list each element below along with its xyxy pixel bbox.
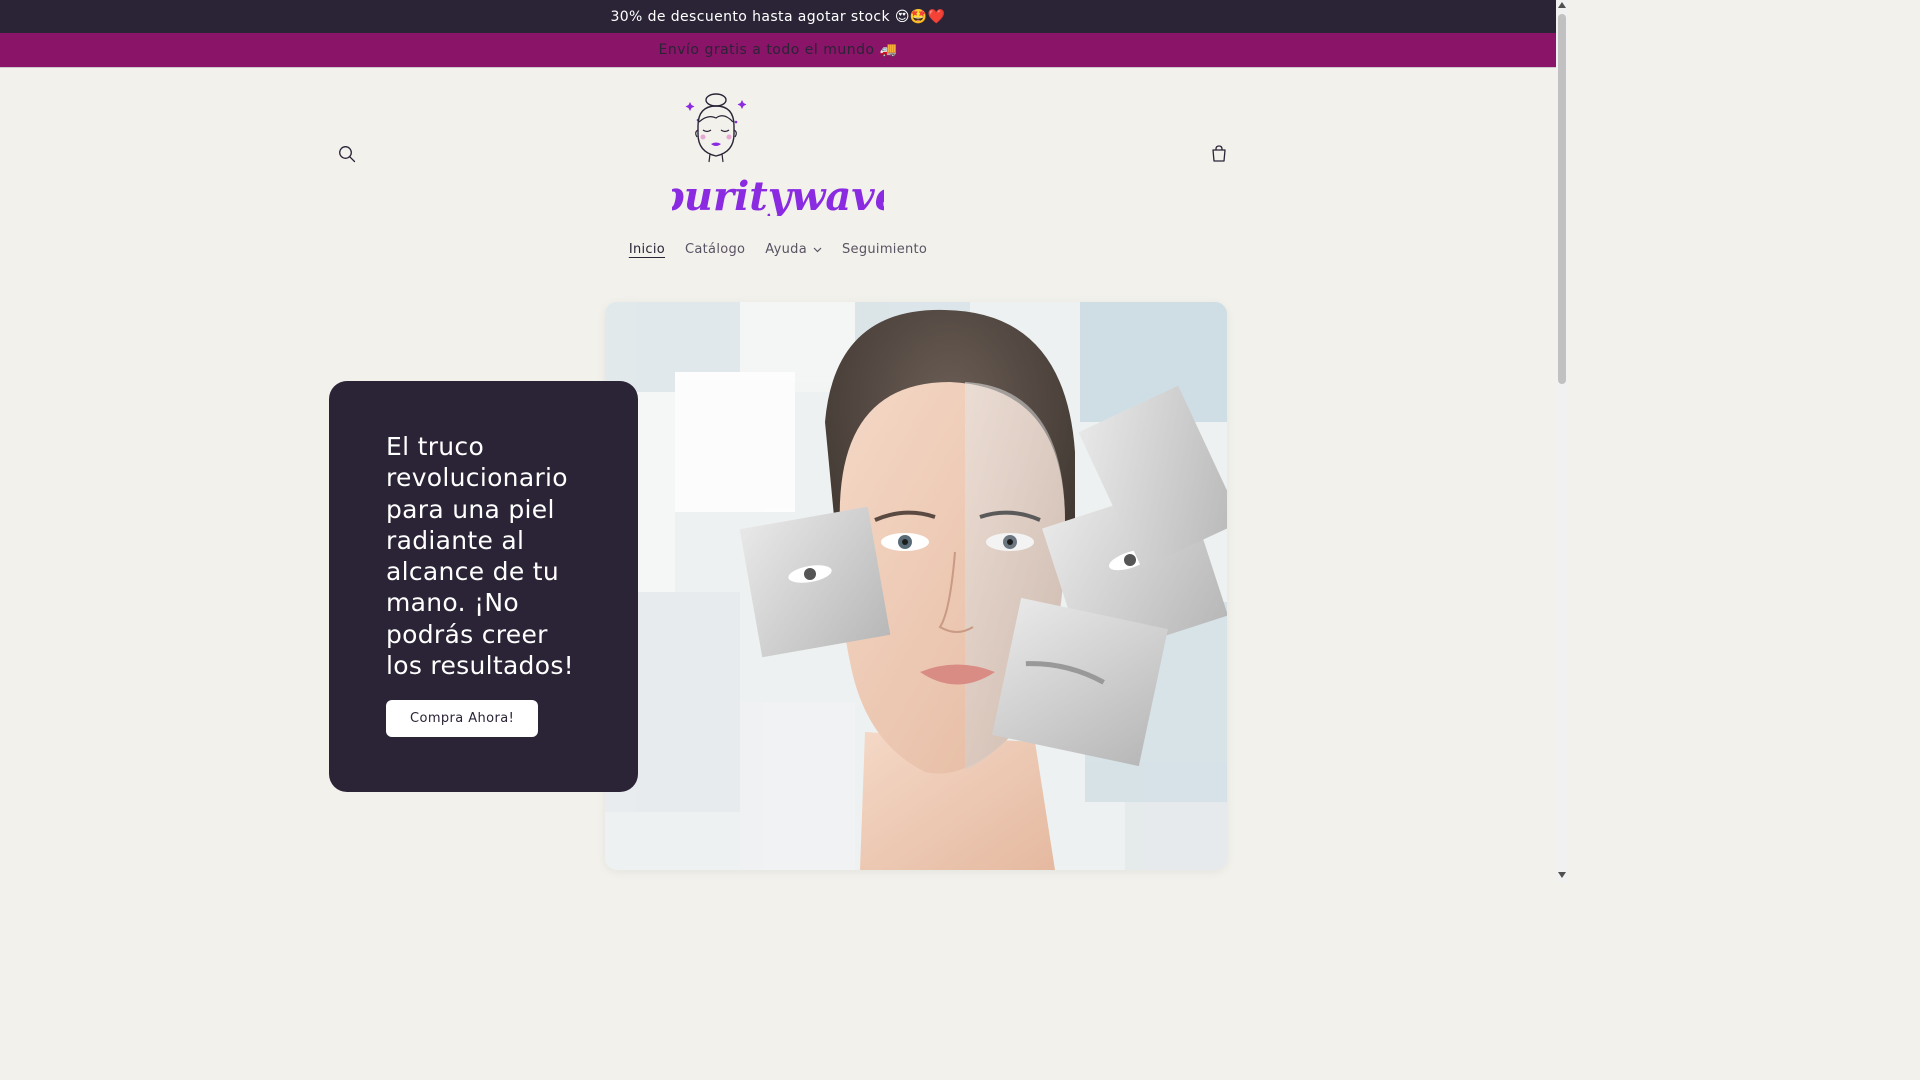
face-photo-image bbox=[605, 302, 1227, 870]
page-scrollbar[interactable] bbox=[1556, 0, 1568, 882]
nav-item-seguimiento[interactable]: Seguimiento bbox=[832, 238, 937, 261]
buy-now-button[interactable]: Compra Ahora! bbox=[386, 700, 539, 738]
hero-image bbox=[605, 302, 1227, 870]
hero-title: El truco revolucionario para una piel ra… bbox=[386, 432, 574, 681]
scroll-down-arrow-icon[interactable] bbox=[1558, 872, 1566, 878]
main-nav: Inicio Catálogo Ayuda Seguimiento bbox=[0, 238, 1556, 261]
scrollbar-thumb[interactable] bbox=[1558, 14, 1566, 384]
nav-item-label: Catálogo bbox=[685, 242, 746, 257]
hero-content-card: El truco revolucionario para una piel ra… bbox=[329, 381, 638, 792]
nav-item-label: Ayuda bbox=[765, 242, 807, 257]
announcement-bar-shipping: Envío gratis a todo el mundo 🚚 bbox=[0, 33, 1556, 68]
nav-item-inicio[interactable]: Inicio bbox=[619, 238, 675, 261]
chevron-down-icon bbox=[813, 247, 822, 252]
nav-item-ayuda[interactable]: Ayuda bbox=[755, 238, 832, 261]
nav-item-label: Seguimiento bbox=[841, 242, 928, 257]
scroll-up-arrow-icon[interactable] bbox=[1558, 2, 1566, 8]
face-icon: puritywave bbox=[656, 93, 900, 220]
site-logo[interactable]: puritywave bbox=[656, 92, 900, 220]
announcement-text-discount: 30% de descuento hasta agotar stock 😍🤩❤️ bbox=[610, 8, 946, 25]
logo-text: puritywave bbox=[672, 173, 884, 216]
nav-item-catalogo[interactable]: Catálogo bbox=[675, 238, 755, 261]
site-header: puritywave Inicio Catálogo Ayuda Seguimi… bbox=[0, 68, 1556, 288]
search-button[interactable] bbox=[329, 136, 365, 172]
search-icon bbox=[339, 146, 356, 163]
announcement-text-shipping: Envío gratis a todo el mundo 🚚 bbox=[658, 42, 898, 58]
cart-button[interactable] bbox=[1201, 136, 1237, 172]
announcement-bar-discount: 30% de descuento hasta agotar stock 😍🤩❤️ bbox=[0, 0, 1556, 33]
cart-icon bbox=[1212, 145, 1226, 162]
nav-item-label: Inicio bbox=[628, 242, 666, 257]
